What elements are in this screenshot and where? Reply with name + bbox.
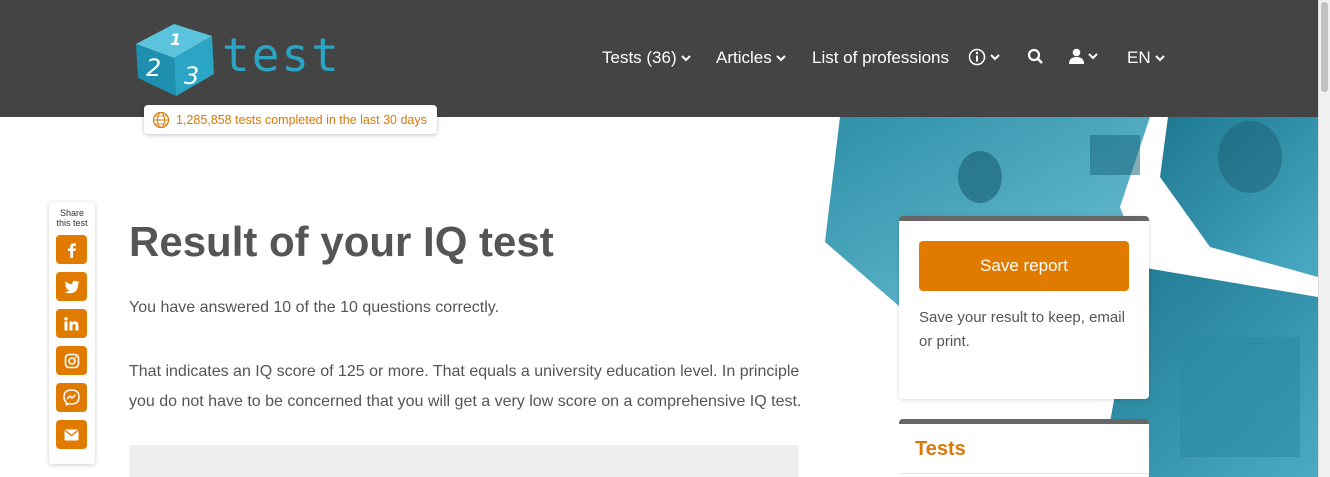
nav-info[interactable] bbox=[968, 48, 1000, 66]
chevron-down-icon bbox=[1154, 55, 1165, 62]
divider bbox=[899, 473, 1149, 474]
site-logo[interactable]: 1 2 3 test bbox=[134, 22, 339, 98]
cube-logo-icon: 1 2 3 bbox=[136, 24, 214, 96]
share-bar: Share this test bbox=[49, 202, 95, 464]
share-title: Share this test bbox=[49, 208, 95, 228]
nav-professions[interactable]: List of professions bbox=[812, 48, 949, 68]
save-report-text: Save your result to keep, email or print… bbox=[919, 309, 1125, 350]
chevron-down-icon bbox=[776, 55, 786, 62]
search-icon bbox=[1027, 48, 1043, 64]
logo-text: test bbox=[222, 28, 341, 82]
result-box bbox=[129, 445, 799, 477]
tests-card: Tests bbox=[899, 419, 1149, 477]
messenger-icon bbox=[63, 389, 80, 406]
share-instagram-button[interactable] bbox=[56, 346, 87, 375]
nav-professions-label: List of professions bbox=[812, 48, 950, 67]
linkedin-icon bbox=[64, 316, 79, 330]
nav-language[interactable]: EN bbox=[1127, 48, 1165, 68]
nav-tests-label: Tests (36) bbox=[602, 48, 677, 67]
twitter-icon bbox=[64, 280, 79, 293]
nav-user[interactable] bbox=[1069, 48, 1098, 64]
nav-articles-label: Articles bbox=[716, 48, 772, 67]
facebook-icon bbox=[67, 242, 76, 258]
share-twitter-button[interactable] bbox=[56, 272, 87, 301]
tests-completed-counter: 1,285,858 tests completed in the last 30… bbox=[144, 105, 437, 134]
info-icon bbox=[968, 48, 986, 66]
instagram-icon bbox=[64, 353, 79, 368]
logo-digit-2: 2 bbox=[146, 54, 161, 82]
chevron-down-icon bbox=[1088, 53, 1098, 60]
chevron-down-icon bbox=[680, 55, 691, 62]
chevron-down-icon bbox=[990, 54, 1000, 61]
save-report-card: Save report Save your result to keep, em… bbox=[899, 216, 1149, 399]
tests-heading[interactable]: Tests bbox=[915, 438, 966, 461]
save-report-button[interactable]: Save report bbox=[919, 241, 1129, 291]
nav-articles[interactable]: Articles bbox=[716, 48, 786, 68]
share-title-line1: Share bbox=[59, 208, 85, 218]
share-linkedin-button[interactable] bbox=[56, 309, 87, 338]
share-messenger-button[interactable] bbox=[56, 383, 87, 412]
site-header: 1 2 3 test Tests (36) Articles List of p… bbox=[0, 0, 1318, 117]
globe-icon bbox=[152, 111, 170, 128]
nav-search[interactable] bbox=[1027, 48, 1044, 65]
nav-language-label: EN bbox=[1127, 48, 1151, 67]
share-title-line2: this test bbox=[56, 218, 88, 228]
score-text: That indicates an IQ score of 125 or mor… bbox=[129, 363, 802, 410]
nav-tests[interactable]: Tests (36) bbox=[602, 48, 691, 68]
logo-digit-3: 3 bbox=[184, 62, 199, 90]
page-title: Result of your IQ test bbox=[129, 218, 554, 265]
page-scrollbar[interactable] bbox=[1318, 0, 1330, 477]
share-email-button[interactable] bbox=[56, 420, 87, 449]
counter-text: 1,285,858 tests completed in the last 30… bbox=[176, 112, 427, 127]
share-facebook-button[interactable] bbox=[56, 235, 87, 264]
scrollbar-thumb[interactable] bbox=[1321, 2, 1328, 92]
email-icon bbox=[64, 429, 79, 440]
user-icon bbox=[1069, 48, 1084, 64]
logo-digit-1: 1 bbox=[170, 30, 181, 49]
answered-text: You have answered 10 of the 10 questions… bbox=[129, 299, 500, 316]
